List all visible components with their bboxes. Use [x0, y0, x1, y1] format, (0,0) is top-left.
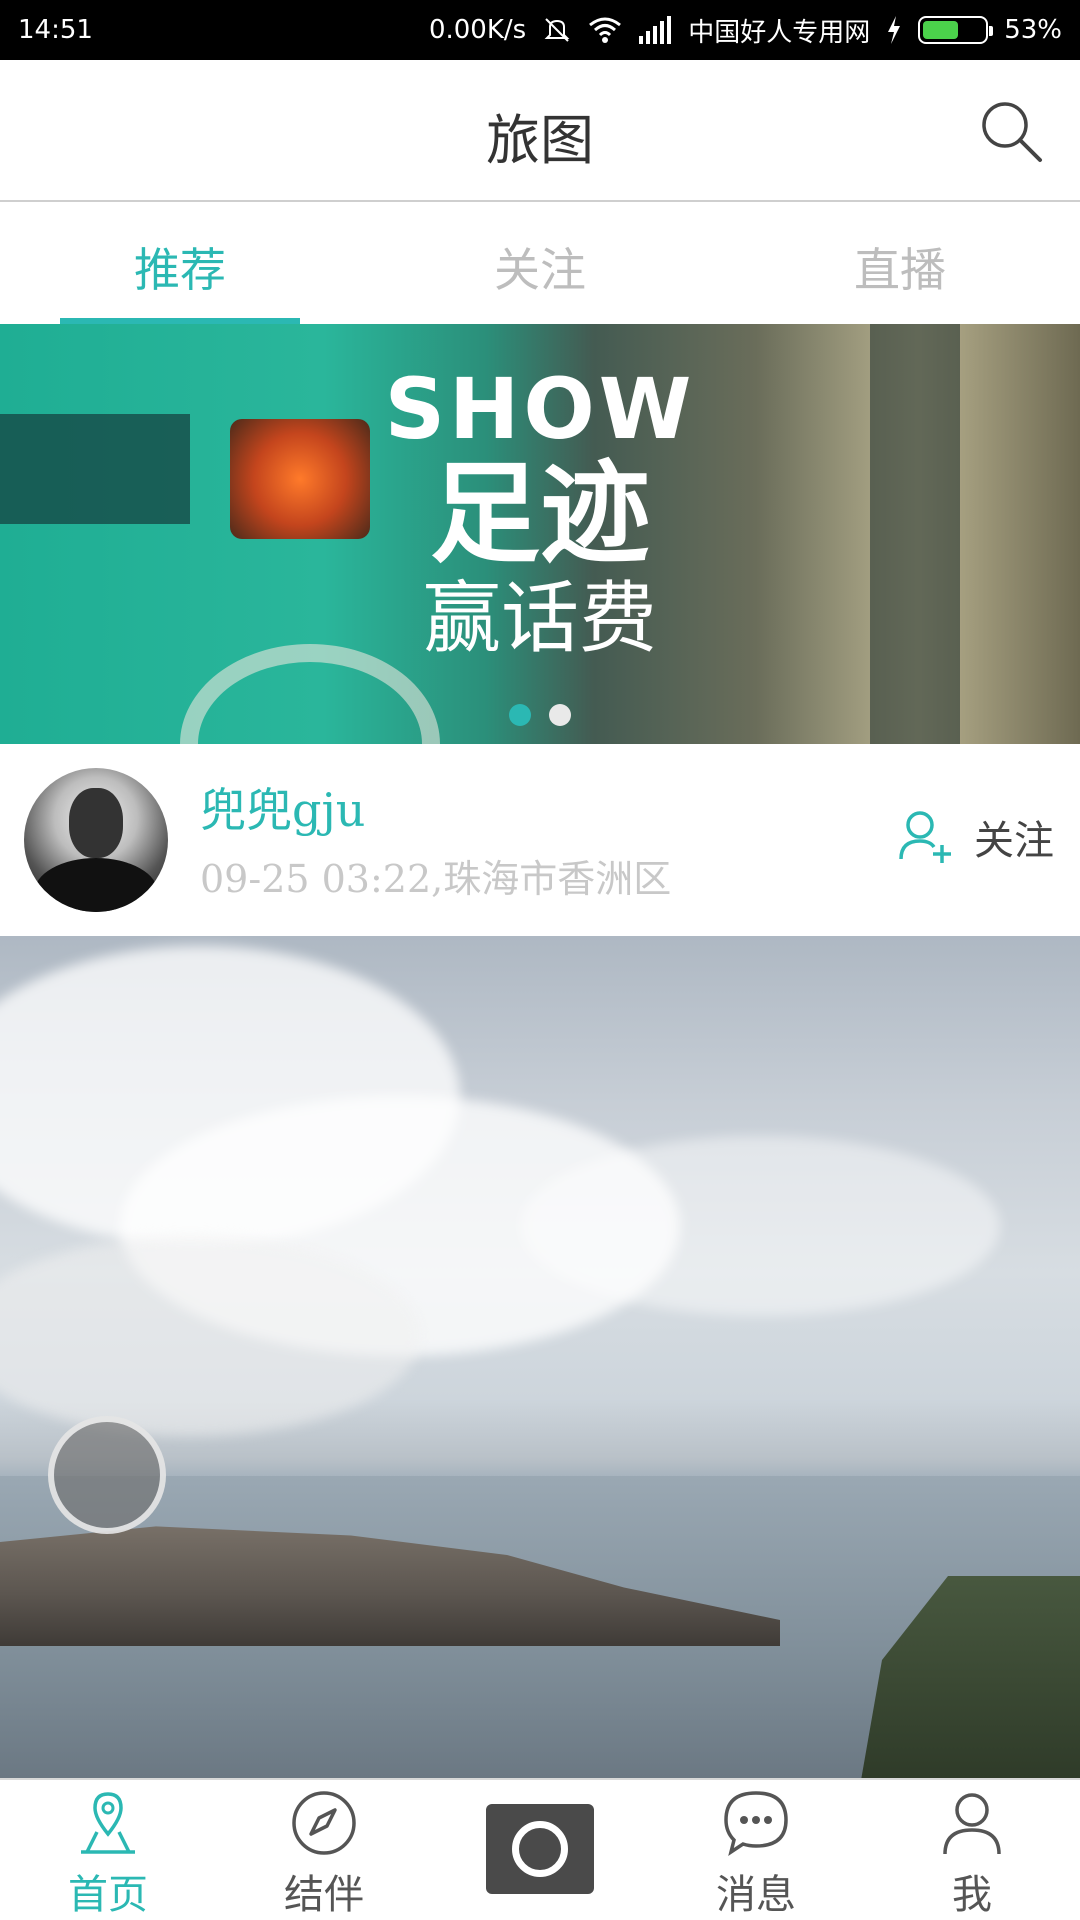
battery-percent: 53%	[1004, 15, 1062, 45]
nav-label-me: 我	[952, 1872, 992, 1918]
location-pin-icon	[81, 1792, 135, 1854]
camera-ring	[512, 1821, 568, 1877]
app-header: 旅图	[0, 60, 1080, 202]
banner-decoration	[230, 419, 370, 539]
chat-bubble-icon	[724, 1791, 788, 1856]
banner-line-3: 赢话费	[422, 574, 657, 664]
nav-item-camera[interactable]	[432, 1780, 648, 1920]
avatar-face	[69, 788, 123, 858]
status-bar: 14:51 0.00K/s 中国好人专用网 53%	[0, 0, 1080, 60]
banner-decoration	[870, 324, 960, 744]
nav-item-home[interactable]: 首页	[0, 1780, 216, 1920]
tab-bar: 推荐 关注 直播	[0, 204, 1080, 324]
nav-item-messages[interactable]: 消息	[648, 1780, 864, 1920]
avatar[interactable]	[24, 768, 168, 912]
status-time: 14:51	[18, 15, 93, 45]
follow-label: 关注	[974, 818, 1054, 864]
camera-icon	[486, 1804, 594, 1894]
wifi-icon	[589, 17, 622, 43]
nav-label-messages: 消息	[716, 1872, 796, 1918]
follow-button[interactable]: 关注	[898, 808, 1054, 866]
battery-icon	[918, 16, 994, 44]
banner-text: SHOW 足迹 赢话费	[370, 364, 710, 664]
tab-recommend[interactable]: 推荐	[0, 204, 360, 324]
status-right: 0.00K/s 中国好人专用网 53%	[429, 12, 1062, 49]
post-header: 兜兜gju 09-25 03:22,珠海市香洲区 关注	[0, 744, 1080, 936]
nav-item-companion[interactable]: 结伴	[216, 1780, 432, 1920]
post-username[interactable]: 兜兜gju	[200, 774, 365, 840]
banner-decoration	[0, 414, 190, 524]
network-speed: 0.00K/s	[428, 15, 527, 45]
banner-line-2: 足迹	[430, 450, 650, 578]
post-meta: 09-25 03:22,珠海市香洲区	[200, 857, 672, 901]
promo-banner[interactable]: SHOW 足迹 赢话费	[0, 324, 1080, 744]
tab-live[interactable]: 直播	[720, 204, 1080, 324]
post-photo[interactable]	[0, 936, 1080, 1778]
tab-following[interactable]: 关注	[360, 204, 720, 324]
avatar-body	[34, 858, 158, 912]
banner-line-1: SHOW	[384, 360, 696, 458]
signal-icon	[639, 16, 672, 44]
pager-dot[interactable]	[509, 704, 532, 726]
floating-action-button[interactable]	[48, 1416, 166, 1534]
user-icon	[943, 1793, 1001, 1855]
search-icon[interactable]	[978, 98, 1044, 164]
pager-dot[interactable]	[548, 704, 571, 726]
bottom-nav: 首页 结伴 消息 我	[0, 1778, 1080, 1920]
compass-icon	[292, 1791, 356, 1855]
nav-label-companion: 结伴	[284, 1872, 364, 1918]
app-title: 旅图	[486, 109, 594, 172]
battery-fill	[923, 21, 959, 39]
charging-icon	[888, 16, 901, 44]
nav-item-me[interactable]: 我	[864, 1780, 1080, 1920]
photo-cloud	[520, 1136, 1000, 1316]
add-user-icon	[899, 811, 951, 863]
mute-icon	[544, 18, 570, 42]
nav-label-home: 首页	[68, 1872, 148, 1918]
carrier-name: 中国好人专用网	[688, 17, 871, 48]
banner-pager	[0, 704, 1080, 730]
